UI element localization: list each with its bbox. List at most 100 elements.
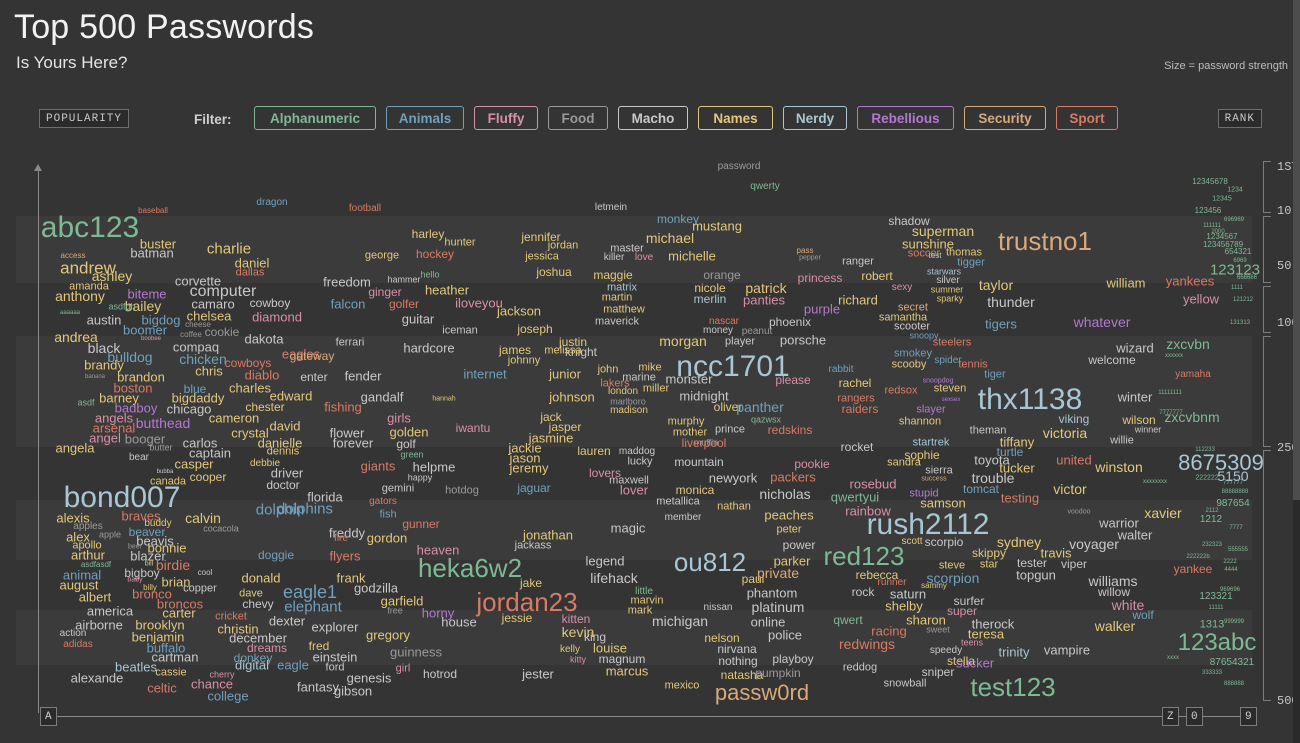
password-word[interactable]: please — [775, 374, 810, 386]
password-word[interactable]: shannon — [899, 416, 941, 428]
password-word[interactable]: copper — [183, 583, 217, 595]
password-word[interactable]: nicholas — [759, 487, 810, 501]
password-word[interactable]: whatever — [1074, 315, 1131, 329]
password-word[interactable]: hannah — [432, 396, 455, 403]
password-word[interactable]: baby — [127, 577, 142, 584]
password-word[interactable]: 4444 — [1224, 567, 1237, 573]
password-word[interactable]: sydney — [997, 535, 1041, 549]
password-word[interactable]: 232323 — [1202, 542, 1222, 548]
password-word[interactable]: guinness — [390, 646, 442, 659]
password-word[interactable]: red123 — [824, 543, 905, 569]
password-word[interactable]: flyers — [329, 550, 360, 563]
password-word[interactable]: fantasy — [297, 681, 339, 694]
password-word[interactable]: maggie — [593, 269, 632, 281]
scrollbar-thumb[interactable] — [1293, 0, 1300, 500]
password-word[interactable]: willie — [1110, 435, 1134, 447]
password-word[interactable]: michigan — [652, 614, 708, 628]
password-word[interactable]: sniper — [922, 666, 955, 678]
password-word[interactable]: 2222 — [1223, 559, 1236, 565]
password-word[interactable]: melissa — [544, 345, 581, 357]
password-word[interactable]: redskins — [768, 424, 813, 436]
password-word[interactable]: walker — [1095, 619, 1135, 633]
password-word[interactable]: baseball — [138, 207, 168, 215]
password-word[interactable]: internet — [463, 368, 506, 381]
filter-tag-food[interactable]: Food — [548, 106, 608, 130]
password-word[interactable]: trinity — [998, 646, 1029, 659]
password-word[interactable]: lifehack — [590, 571, 637, 585]
password-word[interactable]: vampire — [1044, 644, 1090, 657]
password-word[interactable]: hammer — [387, 275, 420, 285]
password-word[interactable]: martin — [602, 292, 633, 304]
password-word[interactable]: jester — [522, 668, 554, 681]
password-word[interactable]: killer — [604, 253, 625, 263]
password-word[interactable]: cookie — [205, 326, 240, 338]
password-word[interactable]: rachel — [839, 377, 872, 389]
password-word[interactable]: viking — [1059, 413, 1090, 425]
password-word[interactable]: david — [269, 420, 300, 433]
password-word[interactable]: gemini — [382, 483, 414, 495]
password-word[interactable]: action — [60, 629, 87, 639]
password-word[interactable]: 11111111 — [1158, 390, 1182, 396]
password-word[interactable]: cassie — [155, 667, 186, 679]
filter-tag-sport[interactable]: Sport — [1056, 106, 1118, 130]
password-word[interactable]: rocket — [841, 441, 874, 453]
password-word[interactable]: sierra — [925, 465, 953, 477]
password-word[interactable]: 654321 — [1225, 248, 1252, 256]
password-word[interactable]: angela — [55, 442, 94, 455]
password-word[interactable]: enter — [300, 371, 327, 383]
password-word[interactable]: orange — [703, 269, 740, 281]
password-word[interactable]: porsche — [780, 334, 826, 347]
password-word[interactable]: steelers — [933, 337, 972, 349]
password-word[interactable]: nicole — [694, 282, 725, 294]
password-word[interactable]: winter — [1118, 391, 1153, 404]
password-word[interactable]: 987654 — [1216, 499, 1249, 509]
password-word[interactable]: kelly — [560, 645, 580, 655]
password-word[interactable]: matthew — [603, 304, 645, 316]
password-word[interactable]: austin — [87, 314, 122, 327]
filter-tag-fluffy[interactable]: Fluffy — [474, 106, 538, 130]
password-word[interactable]: super — [947, 605, 977, 617]
password-word[interactable]: bubba — [157, 469, 174, 475]
password-word[interactable]: diamond — [252, 311, 302, 324]
password-word[interactable]: 131313 — [1230, 320, 1250, 326]
password-word[interactable]: tennis — [958, 359, 987, 371]
password-word[interactable]: 6969 — [1233, 258, 1246, 264]
password-word[interactable]: iloveyou — [455, 297, 503, 310]
password-word[interactable]: sweet — [926, 625, 950, 635]
password-word[interactable]: banana — [85, 374, 105, 380]
password-word[interactable]: giants — [361, 460, 396, 473]
password-word[interactable]: xavier — [1144, 506, 1181, 520]
password-word[interactable]: winston — [1095, 460, 1142, 474]
password-word[interactable]: joseph — [517, 323, 552, 335]
password-word[interactable]: william — [1107, 277, 1146, 290]
password-word[interactable]: victoria — [1043, 426, 1087, 440]
password-word[interactable]: jeremy — [509, 462, 548, 475]
password-word[interactable]: newyork — [709, 472, 757, 485]
password-word[interactable]: kitty — [570, 655, 586, 665]
password-word[interactable]: mike — [638, 362, 661, 374]
password-word[interactable]: password — [718, 162, 761, 172]
password-word[interactable]: xxxxxxxx — [1143, 479, 1167, 485]
password-word[interactable]: carter — [162, 607, 195, 620]
password-word[interactable]: cherry — [209, 670, 234, 680]
password-word[interactable]: guitar — [402, 313, 435, 326]
password-word[interactable]: hello — [420, 270, 439, 280]
password-word[interactable]: butter — [149, 443, 172, 453]
password-word[interactable]: test123 — [970, 674, 1055, 700]
password-word[interactable]: thx1138 — [978, 385, 1083, 415]
password-word[interactable]: christin — [217, 623, 258, 636]
password-word[interactable]: rock — [852, 586, 875, 598]
password-word[interactable]: eagle — [277, 659, 309, 672]
password-word[interactable]: tiger — [984, 369, 1005, 381]
password-word[interactable]: raiders — [842, 403, 879, 415]
filter-tag-rebellious[interactable]: Rebellious — [857, 106, 954, 130]
password-word[interactable]: startrek — [913, 437, 950, 449]
password-word[interactable]: ranger — [842, 256, 874, 268]
password-word[interactable]: scott — [901, 537, 922, 547]
password-word[interactable]: john — [598, 364, 619, 376]
password-word[interactable]: harley — [412, 228, 445, 240]
password-word[interactable]: robert — [861, 270, 892, 282]
password-word[interactable]: 123abc — [1178, 631, 1257, 655]
password-word[interactable]: boomer — [123, 324, 167, 337]
password-word[interactable]: marcus — [606, 665, 649, 678]
